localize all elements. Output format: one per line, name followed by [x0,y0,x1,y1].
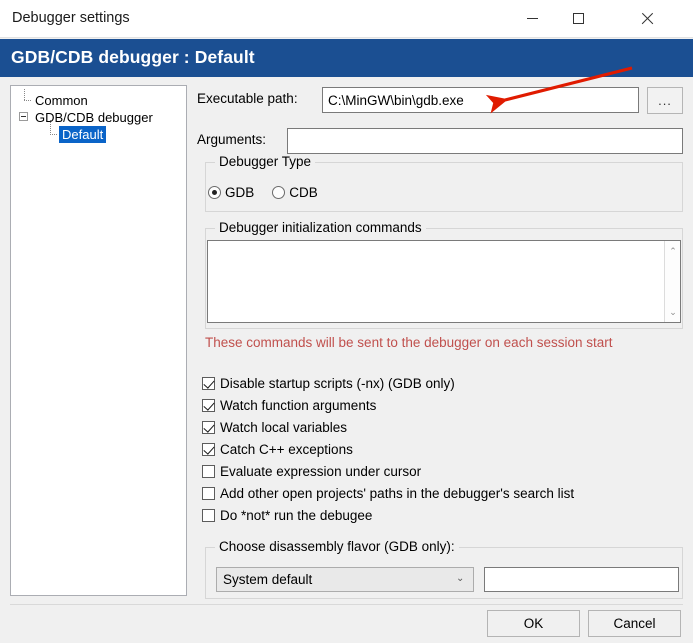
checkbox-box[interactable] [202,442,215,456]
debugger-type-options: GDB CDB [208,185,336,200]
radio-cdb[interactable] [272,186,286,199]
debugger-type-title: Debugger Type [215,154,316,169]
arguments-input[interactable] [287,128,683,154]
tree-item-gdb-cdb-debugger[interactable]: GDB/CDB debugger [33,109,155,126]
checkbox-box[interactable] [202,508,215,522]
settings-content: Executable path: C:\MinGW\bin\gdb.exe ..… [197,85,683,599]
debugger-type-group: Debugger Type GDB CDB [205,154,683,212]
minimize-icon [526,18,538,19]
executable-path-input[interactable]: C:\MinGW\bin\gdb.exe [322,87,639,113]
checkbox-box[interactable] [202,376,215,390]
init-commands-scrollbar[interactable]: ⌃ ⌄ [664,241,680,322]
init-commands-textarea[interactable]: ⌃ ⌄ [207,240,681,323]
maximize-button[interactable] [555,0,601,37]
checkbox-box[interactable] [202,486,215,500]
checkbox-label: Watch function arguments [220,397,377,413]
checkbox-box[interactable] [202,464,215,478]
executable-path-label: Executable path: [197,91,298,106]
checkbox-catch-cpp-exceptions[interactable]: Catch C++ exceptions [202,439,353,459]
checkbox-label: Watch local variables [220,419,348,435]
tree-item-label: GDB/CDB debugger [35,110,153,125]
tree-item-default[interactable]: Default [59,126,107,143]
checkbox-do-not-run-debugee[interactable]: Do *not* run the debugee [202,505,372,525]
cancel-button[interactable]: Cancel [588,610,681,637]
tree-item-label: Common [35,93,88,108]
checkbox-box[interactable] [202,398,215,412]
checkbox-watch-local-variables[interactable]: Watch local variables [202,417,347,437]
tree-connector [24,100,32,101]
tree-connector [50,134,58,135]
checkbox-label: Do *not* run the debugee [220,507,373,523]
close-icon [640,12,653,25]
executable-path-row: Executable path: C:\MinGW\bin\gdb.exe ..… [197,85,683,115]
close-button[interactable] [623,0,669,37]
radio-gdb-label: GDB [225,185,255,200]
checkbox-label: Disable startup scripts (-nx) (GDB only) [220,375,455,391]
banner-title: GDB/CDB debugger : Default [11,47,255,67]
chevron-down-icon: ⌄ [456,573,465,584]
window-title: Debugger settings [12,10,130,26]
disassembly-flavor-value: System default [223,572,313,587]
maximize-icon [572,13,584,24]
arguments-label: Arguments: [197,132,267,147]
checkbox-evaluate-expression-under-cursor[interactable]: Evaluate expression under cursor [202,461,421,481]
checkbox-label: Catch C++ exceptions [220,441,353,457]
tree-item-label: Default [59,126,107,143]
checkbox-label: Add other open projects' paths in the de… [220,485,575,501]
disassembly-flavor-select[interactable]: System default ⌄ [216,567,474,592]
ok-button[interactable]: OK [487,610,580,637]
checkbox-disable-startup-scripts[interactable]: Disable startup scripts (-nx) (GDB only) [202,373,455,393]
window-titlebar: Debugger settings [0,0,693,38]
minimize-button[interactable] [509,0,555,37]
checkbox-add-other-open-projects-paths[interactable]: Add other open projects' paths in the de… [202,483,574,503]
init-commands-title: Debugger initialization commands [215,220,426,235]
disassembly-flavor-group: Choose disassembly flavor (GDB only): Sy… [205,539,683,599]
scroll-up-icon[interactable]: ⌃ [665,243,681,259]
radio-gdb[interactable] [208,186,221,199]
checkbox-box[interactable] [202,420,215,434]
init-commands-warning: These commands will be sent to the debug… [205,335,613,350]
debugger-settings-dialog: Debugger settings GDB/CDB debugger : Def… [0,0,693,643]
disassembly-flavor-title: Choose disassembly flavor (GDB only): [215,539,459,554]
tree-item-common[interactable]: Common [33,92,90,109]
radio-cdb-label: CDB [289,185,318,200]
section-banner: GDB/CDB debugger : Default [0,39,693,77]
checkbox-label: Evaluate expression under cursor [220,463,422,479]
settings-tree[interactable]: Common GDB/CDB debugger Default [10,85,187,596]
checkbox-watch-function-arguments[interactable]: Watch function arguments [202,395,376,415]
disassembly-flavor-extra-input[interactable] [484,567,679,592]
scroll-down-icon[interactable]: ⌄ [665,304,681,320]
footer-divider [10,604,683,605]
tree-expander-gdb-cdb-debugger[interactable] [19,112,28,121]
browse-button[interactable]: ... [647,87,683,114]
